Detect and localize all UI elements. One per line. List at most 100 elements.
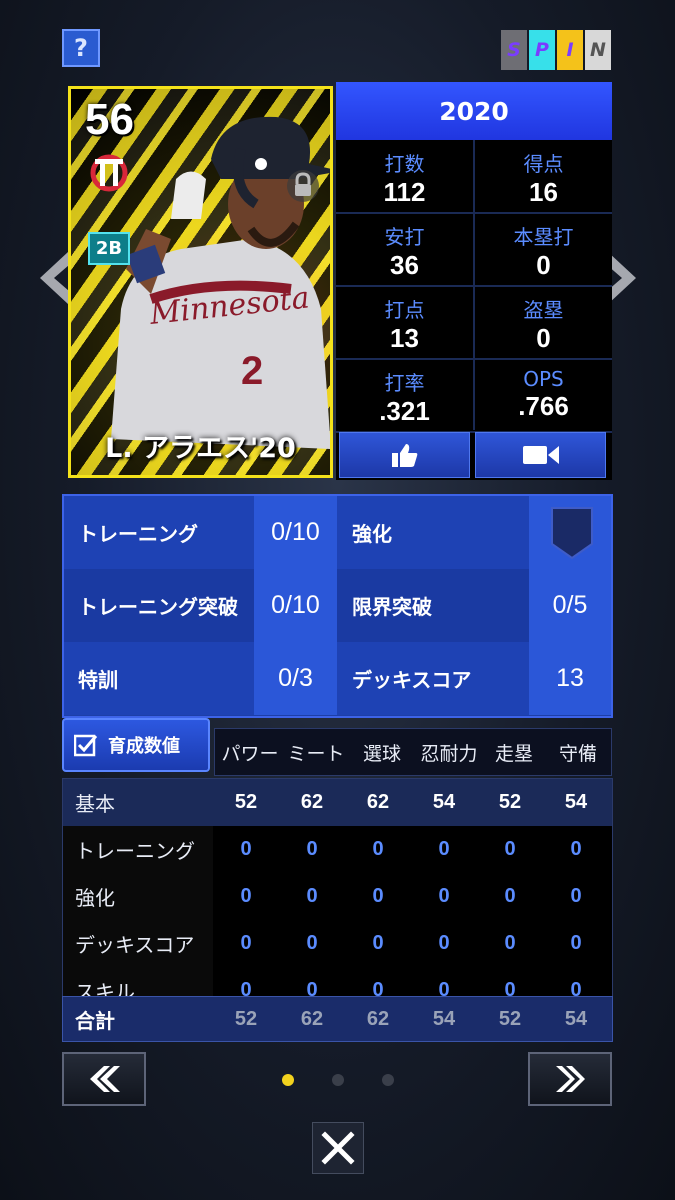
table-cell: 0 bbox=[240, 932, 252, 954]
page-dot[interactable] bbox=[332, 1074, 344, 1086]
table-cell: 52 bbox=[234, 791, 258, 813]
training-breakthrough-value: 0/10 bbox=[271, 591, 320, 619]
col-header: 守備 bbox=[558, 742, 597, 765]
growth-values-tab-label: 育成数値 bbox=[108, 736, 180, 757]
table-cell: 62 bbox=[300, 791, 324, 813]
total-cell: 54 bbox=[432, 1007, 456, 1030]
enhance-label: 強化 bbox=[352, 522, 392, 546]
spin-letter-n: N bbox=[585, 30, 611, 70]
stat-at-bats: 打数 112 bbox=[383, 152, 426, 207]
row-label: トレーニング bbox=[75, 839, 195, 863]
special-training-value: 0/3 bbox=[278, 664, 313, 692]
table-cell: 0 bbox=[504, 932, 516, 954]
table-cell: 0 bbox=[306, 932, 318, 954]
limit-break-label: 限界突破 bbox=[352, 595, 432, 619]
spin-badge[interactable]: S P I N bbox=[501, 30, 611, 70]
table-cell: 0 bbox=[438, 838, 450, 860]
limit-break-value: 0/5 bbox=[552, 591, 588, 619]
total-label: 合計 bbox=[75, 1008, 115, 1033]
deck-score-label: デッキスコア bbox=[352, 668, 472, 692]
table-cell: 0 bbox=[570, 838, 582, 860]
close-button[interactable] bbox=[312, 1122, 364, 1174]
total-cell: 52 bbox=[498, 1007, 522, 1030]
page-dot[interactable] bbox=[282, 1074, 294, 1086]
season-stats-panel: 2020 打数 112 得点 16 安打 36 本塁打 0 打点 13 盗塁 0 打率 .32… bbox=[336, 82, 612, 480]
like-button[interactable] bbox=[339, 432, 470, 478]
table-row: 強化 0 0 0 0 0 0 bbox=[63, 873, 612, 921]
training-total-row: 合計 52 62 62 54 52 54 bbox=[62, 996, 613, 1042]
table-cell: 0 bbox=[306, 885, 318, 907]
table-cell: 0 bbox=[372, 838, 384, 860]
table-row: デッキスコア 0 0 0 0 0 0 bbox=[63, 920, 612, 968]
col-header: ミート bbox=[287, 742, 345, 765]
stat-ops: OPS .766 bbox=[518, 367, 569, 421]
video-button[interactable] bbox=[475, 432, 606, 478]
table-cell: 0 bbox=[570, 885, 582, 907]
stat-stolen-bases: 盗塁 0 bbox=[523, 298, 564, 353]
spin-letter-s: S bbox=[501, 30, 527, 70]
training-label: トレーニング bbox=[78, 522, 198, 546]
checkbox-icon bbox=[74, 734, 98, 757]
training-table-header: パワー ミート 選球 忍耐力 走塁 守備 bbox=[214, 728, 612, 776]
svg-text:2: 2 bbox=[241, 349, 263, 393]
stat-batting-average: 打率 .321 bbox=[379, 371, 430, 426]
table-cell: 0 bbox=[504, 838, 516, 860]
table-cell: 0 bbox=[306, 838, 318, 860]
stat-hits: 安打 36 bbox=[384, 225, 425, 280]
col-header: 選球 bbox=[362, 742, 401, 765]
lock-icon[interactable] bbox=[286, 169, 320, 203]
total-cell: 54 bbox=[564, 1007, 588, 1030]
stat-home-runs: 本塁打 0 bbox=[513, 225, 574, 280]
col-header: 走塁 bbox=[494, 742, 533, 765]
stat-runs: 得点 16 bbox=[523, 152, 564, 207]
table-cell: 0 bbox=[372, 932, 384, 954]
table-row: トレーニング 0 0 0 0 0 0 bbox=[63, 826, 612, 874]
table-cell: 62 bbox=[366, 791, 390, 813]
prev-page-button[interactable] bbox=[62, 1052, 146, 1106]
player-name: L. アラエス'20 bbox=[105, 433, 296, 464]
spin-letter-i: I bbox=[557, 30, 583, 70]
double-chevron-right-icon bbox=[556, 1066, 585, 1092]
training-breakthrough-label: トレーニング突破 bbox=[78, 595, 238, 619]
total-cell: 62 bbox=[300, 1007, 324, 1030]
player-card[interactable]: Minnesota 2 56 2B L. アラエス'20 bbox=[68, 86, 333, 478]
progress-panel: トレーニング 0/10 強化 トレーニング突破 0/10 限界突破 0/5 特訓… bbox=[62, 494, 613, 718]
table-cell: 0 bbox=[438, 885, 450, 907]
table-row: 基本 52 62 62 54 52 54 bbox=[63, 779, 612, 826]
twins-logo-icon bbox=[90, 154, 128, 192]
growth-values-tab[interactable]: 育成数値 bbox=[62, 718, 210, 772]
next-page-button[interactable] bbox=[528, 1052, 612, 1106]
deck-score-value: 13 bbox=[556, 664, 584, 692]
col-header: 忍耐力 bbox=[420, 742, 478, 765]
table-cell: 0 bbox=[240, 885, 252, 907]
season-year: 2020 bbox=[336, 82, 612, 140]
page-dot[interactable] bbox=[382, 1074, 394, 1086]
spin-letter-p: P bbox=[529, 30, 555, 70]
col-header: パワー bbox=[221, 742, 279, 765]
total-cell: 62 bbox=[366, 1007, 390, 1030]
video-camera-icon bbox=[522, 446, 559, 464]
double-chevron-left-icon bbox=[90, 1066, 120, 1092]
table-cell: 0 bbox=[240, 838, 252, 860]
position-badge: 2B bbox=[88, 232, 130, 265]
progress-row-training: トレーニング 0/10 強化 bbox=[64, 496, 611, 569]
row-label: デッキスコア bbox=[75, 933, 195, 957]
close-icon bbox=[321, 1131, 355, 1165]
overall-rating: 56 bbox=[85, 95, 134, 144]
special-training-label: 特訓 bbox=[78, 668, 118, 692]
training-value: 0/10 bbox=[271, 518, 320, 546]
progress-row-special: 特訓 0/3 デッキスコア 13 bbox=[64, 642, 611, 715]
help-button[interactable]: ? bbox=[62, 29, 100, 67]
thumbs-up-icon bbox=[391, 444, 417, 467]
table-cell: 0 bbox=[438, 932, 450, 954]
table-cell: 0 bbox=[372, 885, 384, 907]
row-label: 強化 bbox=[75, 886, 115, 910]
stat-rbi: 打点 13 bbox=[384, 298, 425, 353]
progress-row-breakthrough: トレーニング突破 0/10 限界突破 0/5 bbox=[64, 569, 611, 642]
row-label: 基本 bbox=[75, 792, 115, 816]
table-cell: 0 bbox=[570, 932, 582, 954]
total-cell: 52 bbox=[234, 1007, 258, 1030]
table-cell: 0 bbox=[504, 885, 516, 907]
table-cell: 54 bbox=[432, 791, 456, 813]
table-cell: 54 bbox=[564, 791, 588, 813]
